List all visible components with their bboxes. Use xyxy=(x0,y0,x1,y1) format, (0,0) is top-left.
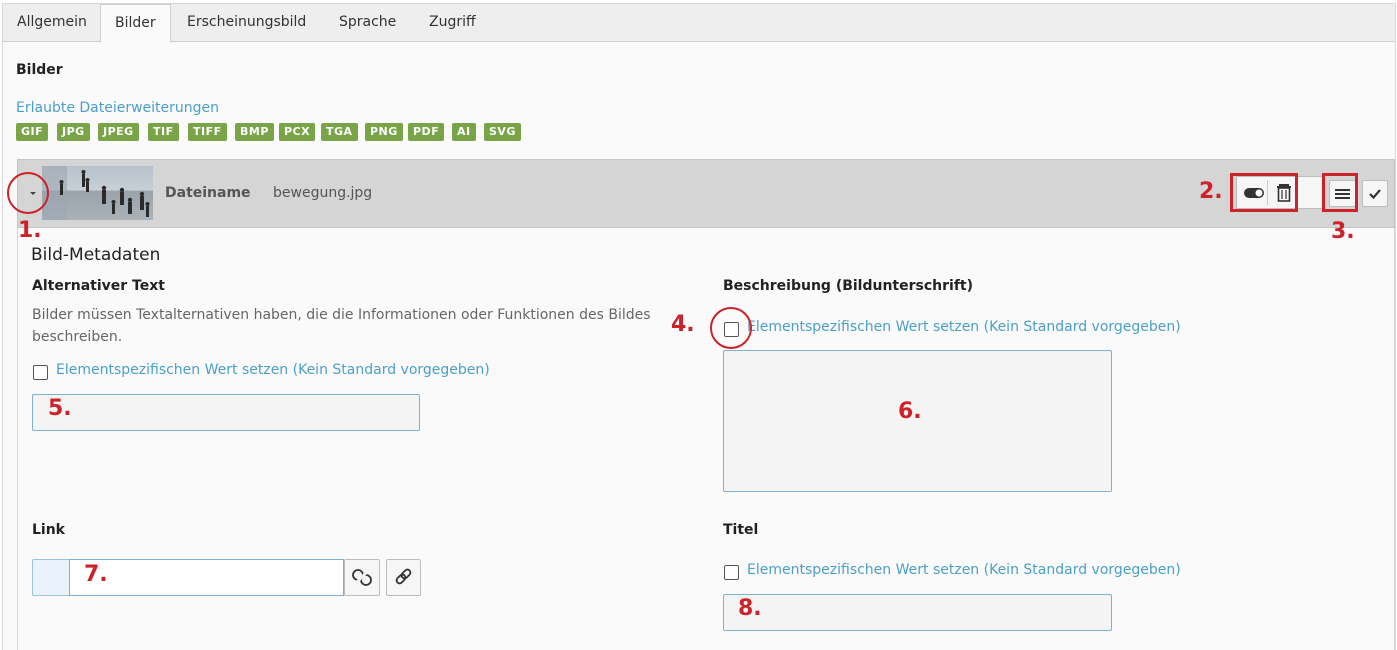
link-input[interactable] xyxy=(69,559,344,596)
extension-badge: JPG xyxy=(57,123,90,141)
link-chain-icon xyxy=(395,568,412,585)
filename-value: bewegung.jpg xyxy=(273,185,373,201)
description-override-label[interactable]: Elementspezifischen Wert setzen (Kein St… xyxy=(747,319,1181,335)
form-frame: Allgemein Bilder Erscheinungsbild Sprach… xyxy=(2,3,1396,650)
annotation-circle-1 xyxy=(7,172,49,214)
extension-badge: SVG xyxy=(484,123,521,141)
link-type-indicator xyxy=(32,559,69,596)
annotation-number-5: 5. xyxy=(48,396,72,421)
tab-zugriff[interactable]: Zugriff xyxy=(415,4,490,42)
alt-text-hint: Bilder müssen Textalternativen haben, di… xyxy=(32,307,651,345)
section-title: Bilder xyxy=(16,62,63,78)
annotation-number-7: 7. xyxy=(84,562,108,587)
alt-override-checkbox[interactable] xyxy=(33,365,48,380)
title-override-label[interactable]: Elementspezifischen Wert setzen (Kein St… xyxy=(747,562,1181,578)
extension-badge: AI xyxy=(452,123,476,141)
unlink-icon xyxy=(352,568,372,586)
annotation-number-3: 3. xyxy=(1331,219,1355,244)
extension-badge: JPEG xyxy=(98,123,139,141)
tab-sprache[interactable]: Sprache xyxy=(325,4,410,42)
tab-bilder[interactable]: Bilder xyxy=(100,4,171,43)
description-label: Beschreibung (Bildunterschrift) xyxy=(723,278,974,294)
extension-badge: TGA xyxy=(321,123,358,141)
extension-badge: TIFF xyxy=(188,123,227,141)
alt-text-input[interactable] xyxy=(32,394,420,431)
filename-label: Dateiname xyxy=(165,185,251,201)
annotation-box-2 xyxy=(1230,173,1298,212)
extension-badge: PDF xyxy=(408,123,445,141)
file-reference-header[interactable]: Dateiname bewegung.jpg xyxy=(17,159,1395,228)
extension-badge: TIF xyxy=(148,123,179,141)
allowed-extensions-label: Erlaubte Dateierweiterungen xyxy=(16,100,220,116)
tab-allgemein[interactable]: Allgemein xyxy=(3,4,101,42)
annotation-number-4: 4. xyxy=(671,312,695,337)
link-clear-button[interactable] xyxy=(344,559,380,596)
thumbnail-image xyxy=(42,166,153,220)
metadata-heading: Bild-Metadaten xyxy=(31,245,161,265)
tab-erscheinungsbild[interactable]: Erscheinungsbild xyxy=(173,4,320,42)
link-label: Link xyxy=(32,522,65,538)
extension-badge: PCX xyxy=(279,123,316,141)
link-browser-button[interactable] xyxy=(386,559,421,596)
title-label: Titel xyxy=(723,522,759,538)
annotation-number-6: 6. xyxy=(898,399,922,424)
annotation-number-2: 2. xyxy=(1199,179,1223,204)
tab-bar: Allgemein Bilder Erscheinungsbild Sprach… xyxy=(3,4,1395,43)
checkmark-icon xyxy=(1369,189,1381,200)
alt-text-label: Alternativer Text xyxy=(32,278,165,294)
annotation-number-1: 1. xyxy=(18,218,42,243)
alt-override-label[interactable]: Elementspezifischen Wert setzen (Kein St… xyxy=(56,362,490,378)
annotation-number-8: 8. xyxy=(738,596,762,621)
title-input[interactable] xyxy=(723,594,1112,631)
confirm-button[interactable] xyxy=(1362,180,1388,207)
extension-badge: BMP xyxy=(235,123,274,141)
extension-badge: PNG xyxy=(365,123,403,141)
extension-badge: GIF xyxy=(16,123,49,141)
annotation-circle-4 xyxy=(710,307,752,349)
image-thumbnail[interactable] xyxy=(42,166,153,220)
title-override-checkbox[interactable] xyxy=(724,565,739,580)
annotation-box-3 xyxy=(1322,173,1358,212)
